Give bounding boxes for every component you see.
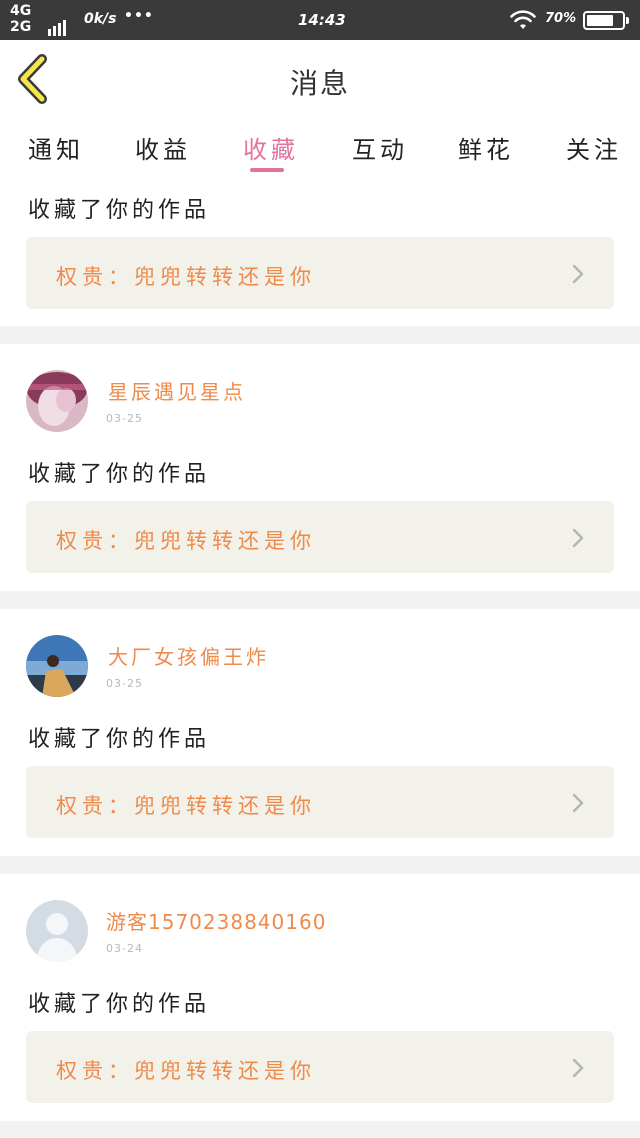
tab-flowers[interactable]: 鲜花	[458, 130, 514, 165]
list-item: 游客1570238840160 03-24 收藏了你的作品 权贵：兜兜转转还是你	[0, 874, 640, 1121]
user-row: 游客1570238840160 03-24	[0, 874, 640, 964]
work-title: 权贵：兜兜转转还是你	[56, 529, 316, 553]
list-item: 星辰遇见星点 03-25 收藏了你的作品 权贵：兜兜转转还是你	[0, 344, 640, 591]
list-item: 大厂女孩偏王炸 03-25 收藏了你的作品 权贵：兜兜转转还是你	[0, 609, 640, 856]
network-speed: 0k/s	[84, 11, 117, 27]
date: 03-24	[106, 942, 143, 955]
page-title: 消息	[289, 67, 350, 100]
user-row: 大厂女孩偏王炸 03-25	[0, 609, 640, 699]
avatar[interactable]	[26, 900, 88, 962]
network-top: 4G	[10, 3, 32, 19]
user-row: 星辰遇见星点 03-25	[0, 344, 640, 434]
work-title: 权贵：兜兜转转还是你	[56, 794, 316, 818]
chevron-right-icon	[572, 528, 584, 548]
battery-icon	[583, 11, 629, 30]
tab-follow[interactable]: 关注	[566, 130, 622, 165]
date: 03-25	[106, 677, 143, 690]
username[interactable]: 星辰遇见星点	[108, 376, 246, 405]
status-bar: 4G 2G 0k/s ••• 14:43 70%	[0, 0, 640, 40]
battery-level: 70%	[545, 11, 577, 26]
action-text: 收藏了你的作品	[28, 992, 211, 1017]
network-type: 4G 2G	[10, 3, 31, 35]
work-link[interactable]: 权贵：兜兜转转还是你	[26, 501, 614, 573]
work-link[interactable]: 权贵：兜兜转转还是你	[26, 1031, 614, 1103]
action-text: 收藏了你的作品	[28, 198, 211, 223]
action-text: 收藏了你的作品	[28, 462, 211, 487]
work-title: 权贵：兜兜转转还是你	[56, 1059, 316, 1083]
tab-interaction[interactable]: 互动	[352, 130, 408, 165]
tab-bar: 通知 收益 收藏 互动 鲜花 关注	[0, 118, 640, 178]
date: 03-25	[106, 412, 143, 425]
avatar[interactable]	[26, 370, 88, 432]
work-title: 权贵：兜兜转转还是你	[56, 265, 316, 289]
avatar-image	[26, 370, 88, 432]
username[interactable]: 大厂女孩偏王炸	[108, 641, 269, 670]
chevron-right-icon	[572, 264, 584, 284]
active-tab-indicator	[250, 168, 284, 172]
username[interactable]: 游客1570238840160	[106, 906, 326, 935]
chevron-right-icon	[572, 793, 584, 813]
network-bottom: 2G	[10, 19, 32, 35]
tab-favorites[interactable]: 收藏	[243, 130, 299, 165]
notification-dots: •••	[124, 8, 154, 24]
chevron-right-icon	[572, 1058, 584, 1078]
default-avatar-icon	[26, 900, 88, 962]
screen: 4G 2G 0k/s ••• 14:43 70% 消息 通知 收益 收藏 互动 …	[0, 0, 640, 1138]
avatar[interactable]	[26, 635, 88, 697]
header: 消息	[0, 40, 640, 118]
work-link[interactable]: 权贵：兜兜转转还是你	[26, 237, 614, 309]
wifi-icon	[510, 10, 536, 29]
action-text: 收藏了你的作品	[28, 727, 211, 752]
work-link[interactable]: 权贵：兜兜转转还是你	[26, 766, 614, 838]
tab-earnings[interactable]: 收益	[135, 130, 191, 165]
avatar-image	[26, 635, 88, 697]
clock: 14:43	[298, 11, 346, 29]
signal-icon	[48, 6, 70, 36]
tab-notice[interactable]: 通知	[28, 130, 84, 165]
list-item: 收藏了你的作品 权贵：兜兜转转还是你	[0, 178, 640, 326]
